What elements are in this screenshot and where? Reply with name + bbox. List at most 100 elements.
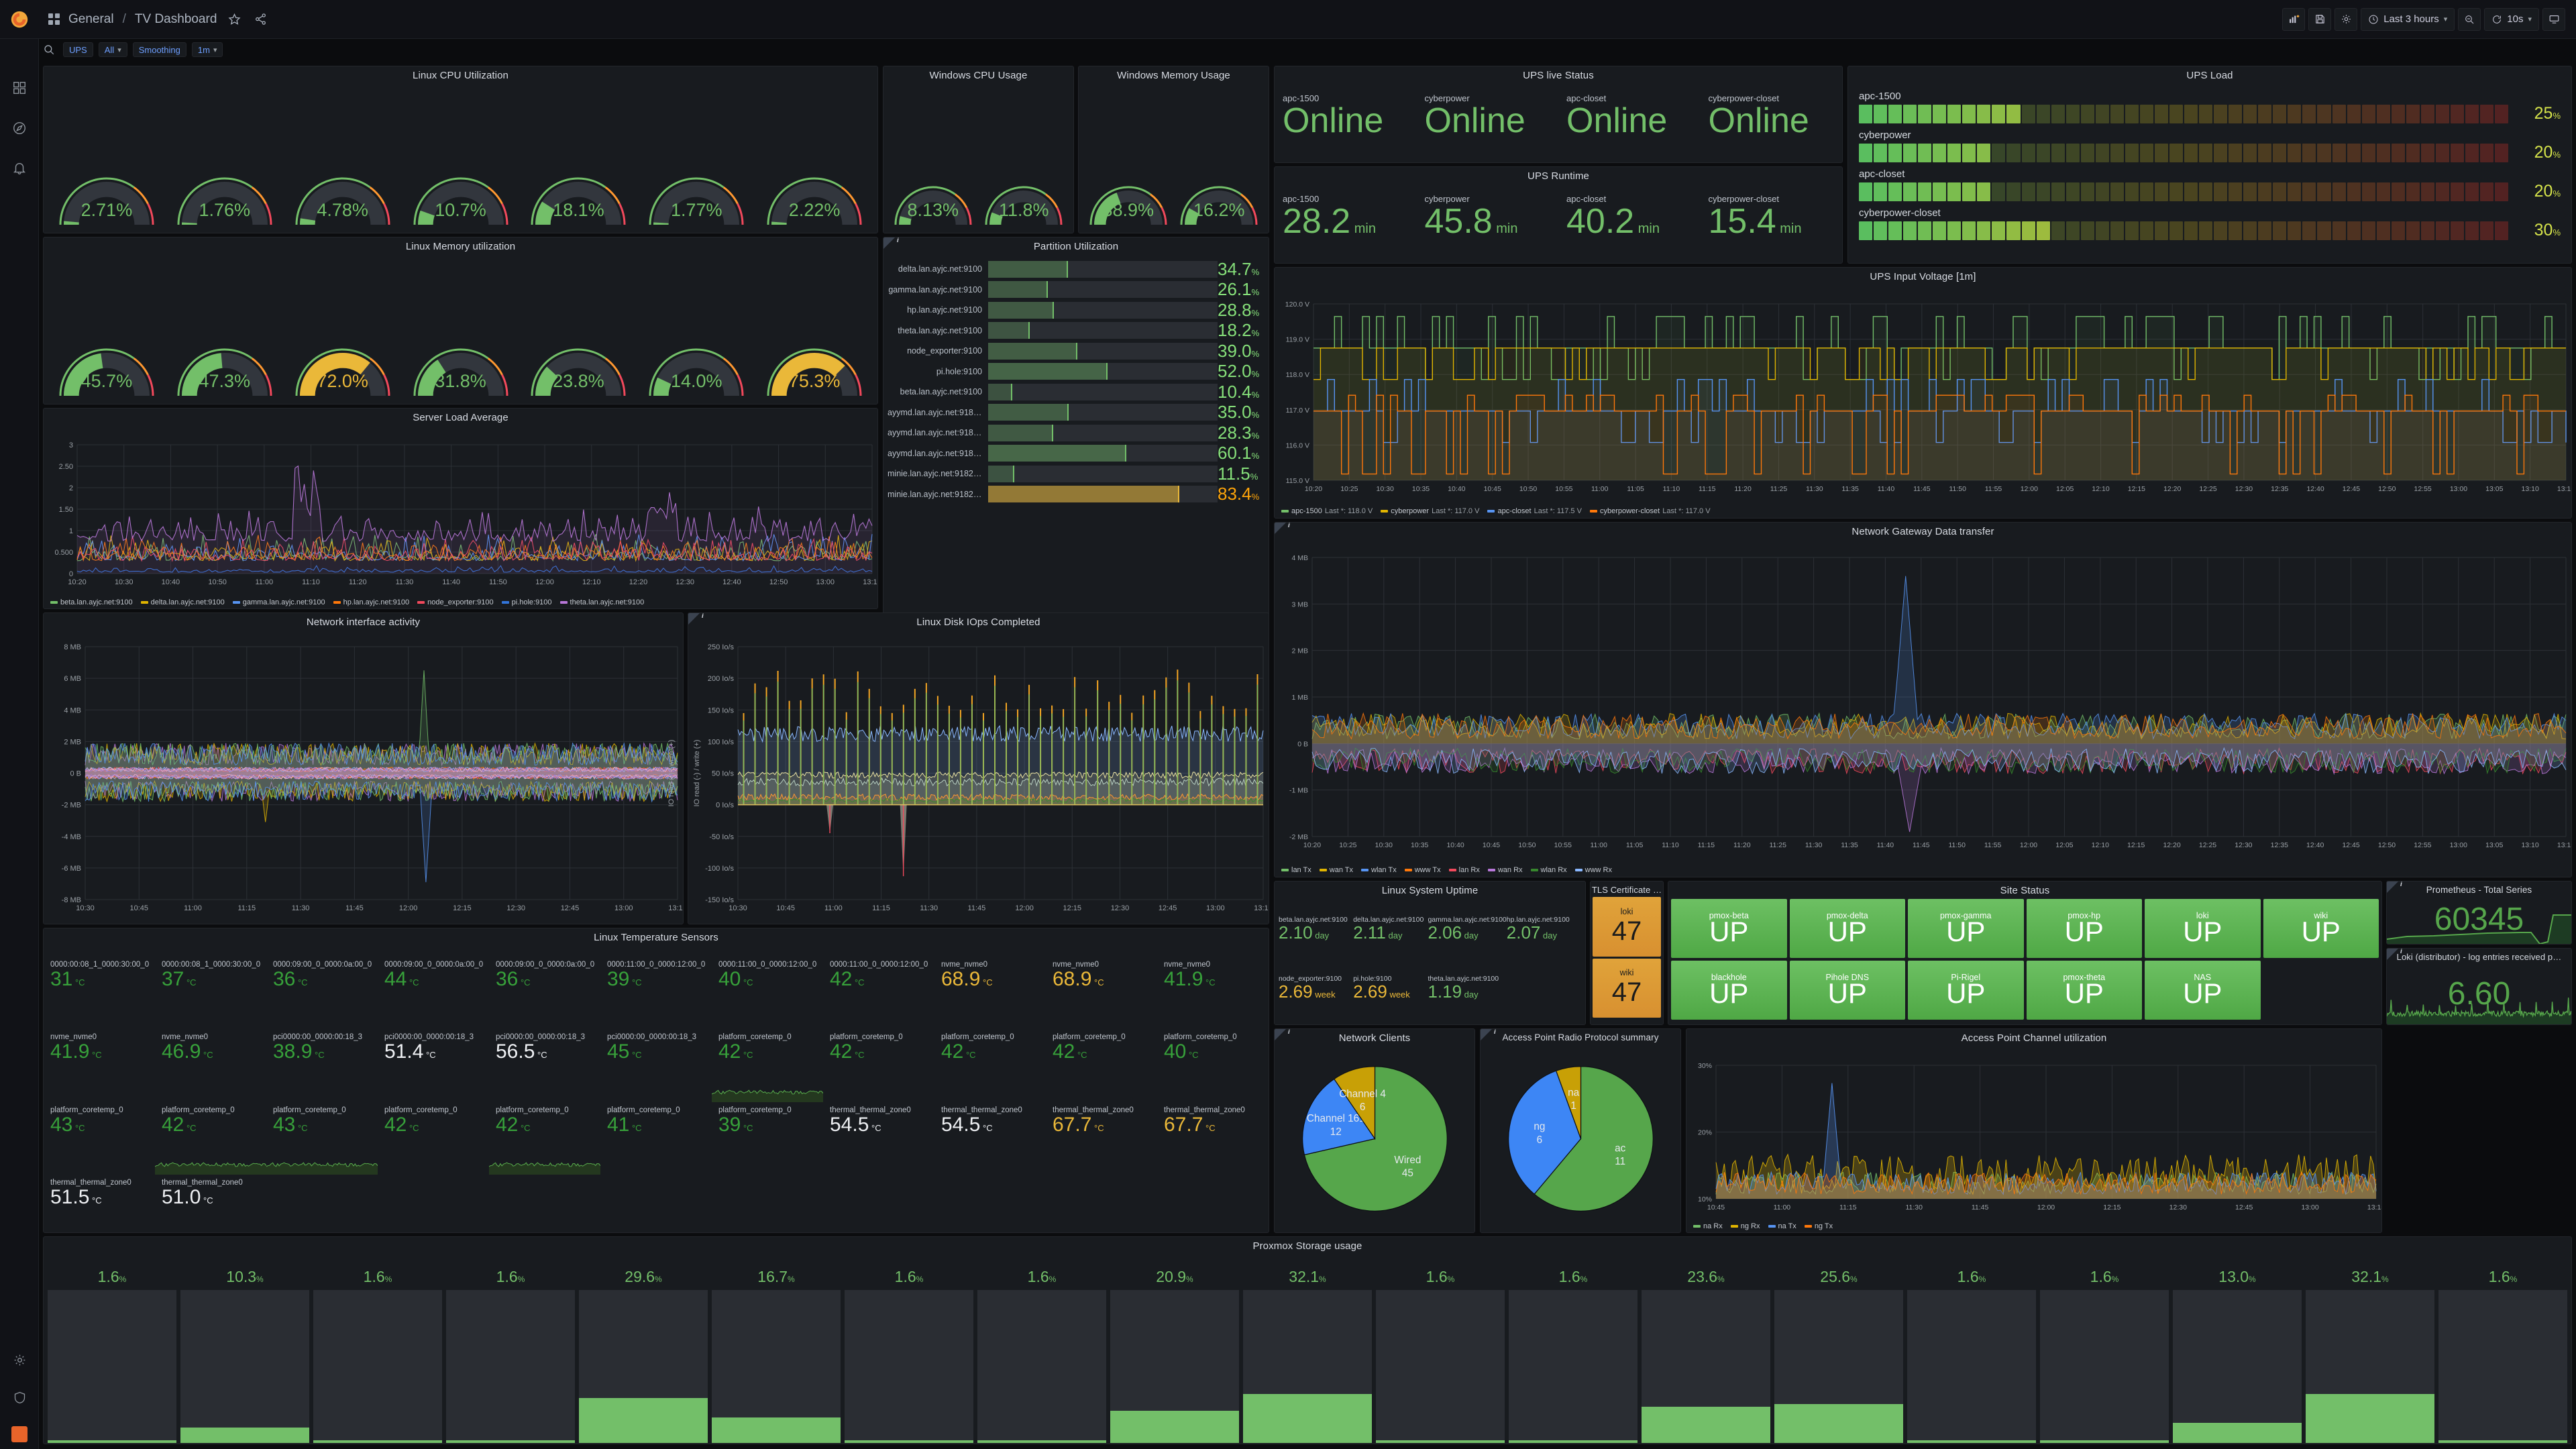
proxmox-storage-cell[interactable]: 1.6%storage/gamma/images (977, 1268, 1106, 1444)
bar-gauge-row[interactable]: minie.lan.ayjc.net:9182 | Drive: D: 83.4% (888, 484, 1259, 504)
panel-info-corner[interactable]: i (1481, 1029, 1496, 1040)
pie-chart-network-clients[interactable]: Wired 45 Channel 161 12 Channel 4 6 (1275, 1045, 1474, 1232)
bar-gauge-row[interactable]: ayymd.lan.ayjc.net:9182 | Drive: … 28.3% (888, 423, 1259, 443)
refresh-picker[interactable]: 10s ▾ (2484, 7, 2539, 31)
gauge-cell[interactable]: 2.71%beta.lan.ayjc.net:9100 (48, 127, 166, 233)
site-status-cell[interactable]: Pihole DNS UP (1789, 961, 1905, 1020)
bar-gauge-row[interactable]: minie.lan.ayjc.net:9182 | Drive: C: 11.5% (888, 464, 1259, 484)
explore-compass-icon[interactable] (11, 119, 28, 137)
gauge-cell[interactable]: 16.2%minie.lan.ayjc.net:9... (1174, 127, 1265, 233)
panel-info-corner[interactable]: i (2387, 949, 2402, 960)
temperature-cell[interactable]: platform_coretemp_0 42 °C (155, 1102, 266, 1175)
temperature-cell[interactable]: platform_coretemp_0 43 °C (266, 1102, 378, 1175)
bar-gauge-row[interactable]: beta.lan.ayjc.net:9100 10.4% (888, 382, 1260, 402)
proxmox-storage-cell[interactable]: 1.6%storage/beta/nfs-backup (313, 1268, 442, 1444)
bar-gauge-row[interactable]: node_exporter:9100 39.0% (888, 341, 1259, 361)
temperature-cell[interactable]: platform_coretemp_0 42 °C (823, 1029, 934, 1102)
uptime-cell[interactable]: pi.hole:9100 2.69 week (1353, 959, 1428, 1018)
site-status-cell[interactable]: pmox-theta UP (2026, 961, 2142, 1020)
bar-gauge-row[interactable]: ayymd.lan.ayjc.net:9182 | Drive: E: 60.1% (888, 443, 1259, 463)
gauge-cell[interactable]: 47.3%delta.lan.ayjc.net:91... (166, 298, 284, 404)
gauge-cell[interactable]: 1.76%delta.lan.ayjc.net:91... (166, 127, 284, 233)
legend-item[interactable]: pi.hole:9100 (501, 598, 552, 606)
bar-gauge-row[interactable]: theta.lan.ayjc.net:9100 18.2% (888, 320, 1259, 340)
panel-info-corner[interactable]: i (883, 237, 899, 249)
led-bar-item[interactable]: apc-closet 20% (1859, 168, 2561, 201)
gauge-cell[interactable]: 4.78%gamma.lan.ayjc.net:... (284, 127, 402, 233)
stat-cell[interactable]: apc-closet Online (1558, 81, 1701, 152)
site-status-cell[interactable]: pmox-beta UP (1671, 899, 1787, 958)
proxmox-storage-cell[interactable]: 1.6%storage/theta/nfs-backup (2438, 1268, 2567, 1444)
legend-item[interactable]: cyberpower-closet Last *: 117.0 V (1589, 507, 1711, 515)
temperature-cell[interactable]: 0000:09:00_0_0000:0a:00_0 36 °C (489, 957, 600, 1029)
uptime-cell[interactable]: gamma.lan.ayjc.net:9100 2.06 day (1428, 899, 1506, 959)
stat-cell[interactable]: cyberpower Online (1417, 81, 1559, 152)
temperature-cell[interactable]: 0000:00:08_1_0000:30:00_0 31 °C (44, 957, 155, 1029)
uptime-cell[interactable]: beta.lan.ayjc.net:9100 2.10 day (1279, 899, 1353, 959)
temperature-cell[interactable]: platform_coretemp_0 43 °C (44, 1102, 155, 1175)
stat-cell[interactable]: cyberpower-closet 15.4 min (1701, 182, 1843, 252)
server-admin-shield-icon[interactable] (11, 1389, 28, 1406)
gauge-cell[interactable]: 18.1%node_exporter:9100 (519, 127, 637, 233)
legend-item[interactable]: beta.lan.ayjc.net:9100 (50, 598, 133, 606)
proxmox-storage-cell[interactable]: 1.6%storage/theta/images (2040, 1268, 2169, 1444)
gauge-cell[interactable]: 14.0%pi.hole:9100 (637, 298, 755, 404)
proxmox-storage-cell[interactable]: 20.9%storage/gamma/local (1110, 1268, 1239, 1444)
variable-select-ups[interactable]: All ▾ (98, 42, 127, 57)
share-icon[interactable] (252, 11, 269, 28)
tls-cert-cell[interactable]: wiki 47 (1593, 958, 1661, 1018)
legend-item[interactable]: na Rx (1693, 1222, 1723, 1230)
temperature-cell[interactable]: 0000:00:08_1_0000:30:00_0 37 °C (155, 957, 266, 1029)
proxmox-storage-cell[interactable]: 1.6%storage/delta/nfs-backup (845, 1268, 973, 1444)
timeseries-chart[interactable]: 4 MB 3 MB 2 MB 1 MB 0 B -1 MB -2 MB 10:20 10:25 1… (1275, 539, 2571, 877)
temperature-cell[interactable]: nvme_nvme0 41.9 °C (44, 1029, 155, 1102)
temperature-cell[interactable]: pci0000:00_0000:00:18_3 38.9 °C (266, 1029, 378, 1102)
site-status-cell[interactable]: pmox-delta UP (1789, 899, 1905, 958)
proxmox-storage-cell[interactable]: 25.6%storage/hp/local-lvm (1774, 1268, 1903, 1444)
stat-cell[interactable]: apc-1500 28.2 min (1275, 182, 1417, 252)
bar-gauge-row[interactable]: gamma.lan.ayjc.net:9100 26.1% (888, 279, 1259, 299)
legend-item[interactable]: lan Rx (1448, 866, 1480, 874)
uptime-cell[interactable]: delta.lan.ayjc.net:9100 2.11 day (1353, 899, 1428, 959)
site-status-cell[interactable]: wiki UP (2263, 899, 2379, 958)
legend-item[interactable]: theta.lan.ayjc.net:9100 (559, 598, 644, 606)
temperature-cell[interactable]: pci0000:00_0000:00:18_3 56.5 °C (489, 1029, 600, 1102)
alerting-bell-icon[interactable] (11, 160, 28, 177)
proxmox-storage-cell[interactable]: 1.6%storage/hp/images (1509, 1268, 1638, 1444)
stat-cell[interactable]: cyberpower 45.8 min (1417, 182, 1559, 252)
legend-item[interactable]: delta.lan.ayjc.net:9100 (140, 598, 225, 606)
panel-info-corner[interactable]: i (1275, 523, 1290, 534)
bar-gauge-row[interactable]: pi.hole:9100 52.0% (888, 361, 1259, 381)
legend-item[interactable]: gamma.lan.ayjc.net:9100 (232, 598, 325, 606)
star-icon[interactable] (225, 11, 243, 28)
temperature-cell[interactable]: nvme_nvme0 41.9 °C (1157, 957, 1269, 1029)
temperature-cell[interactable]: 0000:09:00_0_0000:0a:00_0 36 °C (266, 957, 378, 1029)
gauge-cell[interactable]: 38.9%ayymd.lan.ayjc.net:9... (1083, 127, 1174, 233)
grafana-logo-icon[interactable] (0, 0, 39, 39)
timeseries-chart[interactable]: 120.0 V 119.0 V 118.0 V 117.0 V 116.0 V 115.0… (1275, 284, 2571, 518)
add-panel-button[interactable] (2282, 7, 2306, 31)
uptime-cell[interactable]: hp.lan.ayjc.net:9100 2.07 day (1507, 899, 1581, 959)
temperature-cell[interactable]: 0000:11:00_0_0000:12:00_0 42 °C (823, 957, 934, 1029)
proxmox-storage-cell[interactable]: 1.6%storage/beta/images (48, 1268, 176, 1444)
dashboard-settings-button[interactable] (2334, 7, 2358, 31)
temperature-cell[interactable]: nvme_nvme0 68.9 °C (1046, 957, 1157, 1029)
gauge-cell[interactable]: 23.8%node_exporter:9100 (519, 298, 637, 404)
legend-item[interactable]: wan Rx (1487, 866, 1523, 874)
configuration-gear-icon[interactable] (11, 1351, 28, 1368)
temperature-cell[interactable]: pci0000:00_0000:00:18_3 51.4 °C (378, 1029, 489, 1102)
temperature-cell[interactable]: platform_coretemp_0 42 °C (712, 1029, 823, 1102)
site-status-cell[interactable]: loki UP (2145, 899, 2261, 958)
temperature-cell[interactable]: platform_coretemp_0 40 °C (1157, 1029, 1269, 1102)
temperature-cell[interactable]: platform_coretemp_0 42 °C (378, 1102, 489, 1175)
save-dashboard-button[interactable] (2308, 7, 2332, 31)
search-icon[interactable] (40, 41, 58, 58)
temperature-cell[interactable]: pci0000:00_0000:00:18_3 45 °C (600, 1029, 712, 1102)
legend-item[interactable]: node_exporter:9100 (417, 598, 494, 606)
gauge-cell[interactable]: 2.22%theta.lan.ayjc.net:91... (755, 127, 873, 233)
gauge-cell[interactable]: 75.3%theta.lan.ayjc.net:91... (755, 298, 873, 404)
temperature-cell[interactable]: thermal_thermal_zone0 51.0 °C (155, 1175, 266, 1232)
avatar[interactable] (11, 1426, 28, 1442)
temperature-cell[interactable]: thermal_thermal_zone0 67.7 °C (1157, 1102, 1269, 1175)
proxmox-storage-cell[interactable]: 1.6%storage/hp/nfs-backup (1907, 1268, 2036, 1444)
